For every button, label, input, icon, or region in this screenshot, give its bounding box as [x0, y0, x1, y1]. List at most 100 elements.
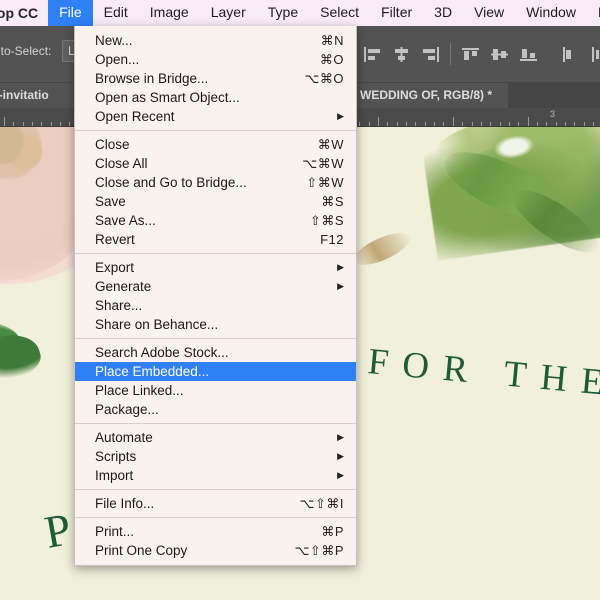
- menu-item-shortcut: ⇧⌘S: [309, 212, 344, 228]
- menu-item-label: Print One Copy: [95, 543, 188, 558]
- menu-item-place-embedded[interactable]: Place Embedded...: [75, 362, 356, 381]
- align-top-edges-icon[interactable]: [456, 43, 485, 65]
- menu-item-save[interactable]: Save ⌘S: [75, 192, 356, 211]
- menu-item-open-recent[interactable]: Open Recent ▶: [75, 107, 356, 126]
- menu-separator: [75, 130, 356, 131]
- menu-item-browse-in-bridge[interactable]: Browse in Bridge... ⌥⌘O: [75, 69, 356, 88]
- menu-item-revert[interactable]: Revert F12: [75, 230, 356, 249]
- menu-item-label: Place Linked...: [95, 383, 184, 398]
- menu-edit[interactable]: Edit: [93, 0, 139, 26]
- menu-item-shortcut: F12: [320, 232, 344, 247]
- menu-filter[interactable]: Filter: [370, 0, 423, 26]
- menu-item-label: Search Adobe Stock...: [95, 345, 229, 360]
- menu-item-label: Open as Smart Object...: [95, 90, 240, 105]
- menu-view[interactable]: View: [463, 0, 515, 26]
- menu-item-automate[interactable]: Automate ▶: [75, 428, 356, 447]
- menu-item-package[interactable]: Package...: [75, 400, 356, 419]
- align-left-edges-icon[interactable]: [358, 43, 387, 65]
- menu-3d[interactable]: 3D: [423, 0, 463, 26]
- align-buttons-group: [358, 43, 600, 65]
- menu-type[interactable]: Type: [257, 0, 309, 26]
- menu-item-label: Scripts: [95, 449, 137, 464]
- menu-h[interactable]: H: [587, 0, 600, 26]
- menu-item-shortcut: ⌥⌘O: [304, 70, 344, 86]
- ruler-tick: [490, 122, 491, 126]
- menu-item-place-linked[interactable]: Place Linked...: [75, 381, 356, 400]
- menu-item-scripts[interactable]: Scripts ▶: [75, 447, 356, 466]
- menu-item-label: New...: [95, 33, 133, 48]
- ruler-tick: [60, 122, 61, 126]
- menu-item-label: Place Embedded...: [95, 364, 210, 379]
- ruler-tick: [574, 122, 575, 126]
- ruler-tick: [528, 117, 529, 126]
- ruler-tick: [369, 122, 370, 126]
- photoshop-window: FOR THE W P 3 dding-invitatio WEDDING OF…: [0, 0, 600, 600]
- submenu-arrow-icon: ▶: [337, 281, 344, 291]
- align-horizontal-centers-icon[interactable]: [387, 43, 416, 65]
- ruler-tick: [415, 122, 416, 126]
- menu-item-close-all[interactable]: Close All ⌥⌘W: [75, 154, 356, 173]
- menu-item-label: Close All: [95, 156, 148, 171]
- menu-item-shortcut: ⌘P: [321, 523, 344, 539]
- ruler-tick: [13, 122, 14, 126]
- ruler-tick: [556, 122, 557, 126]
- ruler-tick: [472, 122, 473, 126]
- ruler-tick: [23, 122, 24, 126]
- menu-item-file-info[interactable]: File Info... ⌥⇧⌘I: [75, 494, 356, 513]
- menu-item-share-on-behance[interactable]: Share on Behance...: [75, 315, 356, 334]
- menu-item-label: Generate: [95, 279, 152, 294]
- submenu-arrow-icon: ▶: [337, 262, 344, 272]
- menu-item-open-as-smart-object[interactable]: Open as Smart Object...: [75, 88, 356, 107]
- menu-item-share[interactable]: Share...: [75, 296, 356, 315]
- menu-item-new[interactable]: New... ⌘N: [75, 31, 356, 50]
- menu-item-label: Browse in Bridge...: [95, 71, 209, 86]
- menu-item-export[interactable]: Export ▶: [75, 258, 356, 277]
- menu-image[interactable]: Image: [139, 0, 200, 26]
- menu-item-close[interactable]: Close ⌘W: [75, 135, 356, 154]
- menu-separator: [75, 253, 356, 254]
- submenu-arrow-icon: ▶: [337, 470, 344, 480]
- menu-item-label: Print...: [95, 524, 135, 539]
- ruler-tick: [359, 122, 360, 126]
- menu-item-shortcut: ⌘W: [317, 136, 344, 152]
- menu-item-shortcut: ⌘O: [319, 51, 344, 67]
- menu-item-close-and-go-to-bridge[interactable]: Close and Go to Bridge... ⇧⌘W: [75, 173, 356, 192]
- document-tab-right[interactable]: WEDDING OF, RGB/8) *: [352, 82, 508, 108]
- ruler-tick: [509, 122, 510, 126]
- menu-item-print-one-copy[interactable]: Print One Copy ⌥⇧⌘P: [75, 541, 356, 560]
- ruler-tick: [32, 122, 33, 126]
- ruler-tick: [500, 122, 501, 126]
- align-vertical-centers-icon[interactable]: [485, 43, 514, 65]
- menu-item-label: Package...: [95, 402, 159, 417]
- file-menu-dropdown[interactable]: New... ⌘N Open... ⌘O Browse in Bridge... ⌥⌘O O…: [74, 26, 357, 566]
- submenu-arrow-icon: ▶: [337, 451, 344, 461]
- menu-window[interactable]: Window: [515, 0, 587, 26]
- toolbar-divider: [450, 43, 451, 65]
- align-bottom-edges-icon[interactable]: [514, 43, 543, 65]
- ruler-tick: [397, 122, 398, 126]
- menu-item-search-adobe-stock[interactable]: Search Adobe Stock...: [75, 343, 356, 362]
- menu-separator: [75, 517, 356, 518]
- menu-item-print[interactable]: Print... ⌘P: [75, 522, 356, 541]
- menu-file[interactable]: File: [48, 0, 93, 26]
- menu-item-save-as[interactable]: Save As... ⇧⌘S: [75, 211, 356, 230]
- menu-select[interactable]: Select: [309, 0, 370, 26]
- menu-item-generate[interactable]: Generate ▶: [75, 277, 356, 296]
- menu-item-shortcut: ⌘N: [320, 32, 344, 48]
- menu-item-label: Share...: [95, 298, 143, 313]
- menu-item-label: Export: [95, 260, 135, 275]
- distribute-horizontal-center-icon[interactable]: [583, 43, 600, 65]
- menu-item-label: Share on Behance...: [95, 317, 219, 332]
- menu-item-open[interactable]: Open... ⌘O: [75, 50, 356, 69]
- menu-item-label: Close: [95, 137, 130, 152]
- ruler-tick: [443, 122, 444, 126]
- ruler-tick: [51, 122, 52, 126]
- ruler-tick: [565, 122, 566, 126]
- align-right-edges-icon[interactable]: [416, 43, 445, 65]
- auto-select-label: Auto-Select:: [0, 44, 52, 58]
- menu-item-label: Open Recent: [95, 109, 175, 124]
- menu-layer[interactable]: Layer: [200, 0, 257, 26]
- ruler-tick: [69, 122, 70, 126]
- distribute-left-icon[interactable]: [554, 43, 583, 65]
- menu-item-import[interactable]: Import ▶: [75, 466, 356, 485]
